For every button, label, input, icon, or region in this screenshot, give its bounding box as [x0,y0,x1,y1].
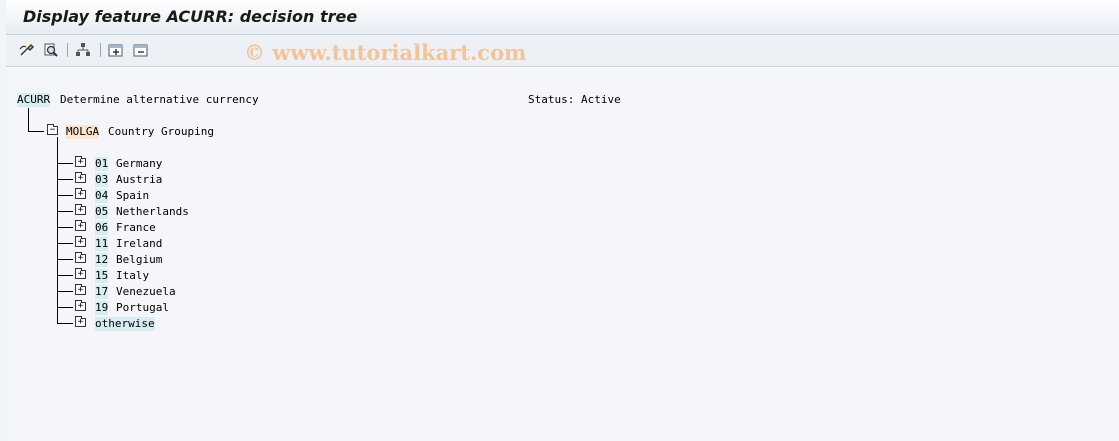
tree-line [57,137,58,323]
node-label: Italy [116,269,150,282]
toolbar: © www.tutorialkart.com [6,35,1119,67]
folder-expand-icon[interactable]: + [75,156,86,167]
tree-line [57,323,73,324]
node-label: Germany [116,157,163,170]
node-code[interactable]: 15 [95,269,109,283]
collapse-subtree-button[interactable] [132,41,150,59]
decision-tree-area: ACURR Determine alternative currency Sta… [6,67,1119,441]
node-label: Ireland [116,237,163,250]
tree-line [57,179,73,180]
folder-expand-icon[interactable]: + [75,188,86,199]
node-code[interactable]: 01 [95,157,109,171]
collapse-subtree-icon [133,44,148,57]
tree-line [57,243,73,244]
node-label: Austria [116,173,163,186]
folder-expand-icon[interactable]: + [75,220,86,231]
watermark: © www.tutorialkart.com [244,40,527,65]
folder-collapse-icon[interactable]: − [47,124,58,135]
tree-line [57,211,73,212]
tree-line [57,227,73,228]
node-code[interactable]: 04 [95,189,109,203]
change-icon [19,43,35,56]
node-code[interactable]: 12 [95,253,109,267]
node-code[interactable]: 17 [95,285,109,299]
tree-line [57,291,73,292]
toolbar-separator [67,43,68,57]
node-code[interactable]: 19 [95,301,109,315]
node-label: Netherlands [116,205,189,218]
tree-line [57,275,73,276]
tree-line [57,259,73,260]
find-button[interactable] [42,41,60,59]
folder-expand-icon[interactable]: + [75,252,86,263]
tree-line [57,195,73,196]
feature-description: Determine alternative currency [60,93,259,106]
expand-subtree-button[interactable] [107,41,125,59]
node-label: Spain [116,189,150,202]
node-code[interactable]: 11 [95,237,109,251]
structure-button[interactable] [74,41,92,59]
folder-expand-icon[interactable]: + [75,268,86,279]
tree-line [28,131,44,132]
folder-expand-icon[interactable]: + [75,172,86,183]
structure-icon [76,43,90,56]
find-icon [44,43,58,57]
node-label: Venezuela [116,285,176,298]
node-code[interactable]: 05 [95,205,109,219]
folder-expand-icon[interactable]: + [75,204,86,215]
node-code[interactable]: 06 [95,221,109,235]
node-code[interactable]: 03 [95,173,109,187]
folder-expand-icon[interactable]: + [75,284,86,295]
title-bar: Display feature ACURR: decision tree [6,0,1119,35]
expand-subtree-icon [108,44,123,57]
tree-line [57,307,73,308]
feature-name[interactable]: ACURR [17,93,51,107]
toolbar-separator [100,43,101,57]
node-code[interactable]: otherwise [95,317,155,331]
node-label: Belgium [116,253,163,266]
root-label: Country Grouping [108,125,214,138]
status-text: Status: Active [528,93,621,106]
window-title: Display feature ACURR: decision tree [23,7,358,26]
tree-line [28,108,29,131]
folder-expand-icon[interactable]: + [75,300,86,311]
folder-expand-icon[interactable]: + [75,316,86,327]
root-field[interactable]: MOLGA [66,125,100,139]
folder-expand-icon[interactable]: + [75,236,86,247]
node-label: France [116,221,156,234]
tree-line [57,163,73,164]
change-button[interactable] [18,41,36,59]
node-label: Portugal [116,301,169,314]
